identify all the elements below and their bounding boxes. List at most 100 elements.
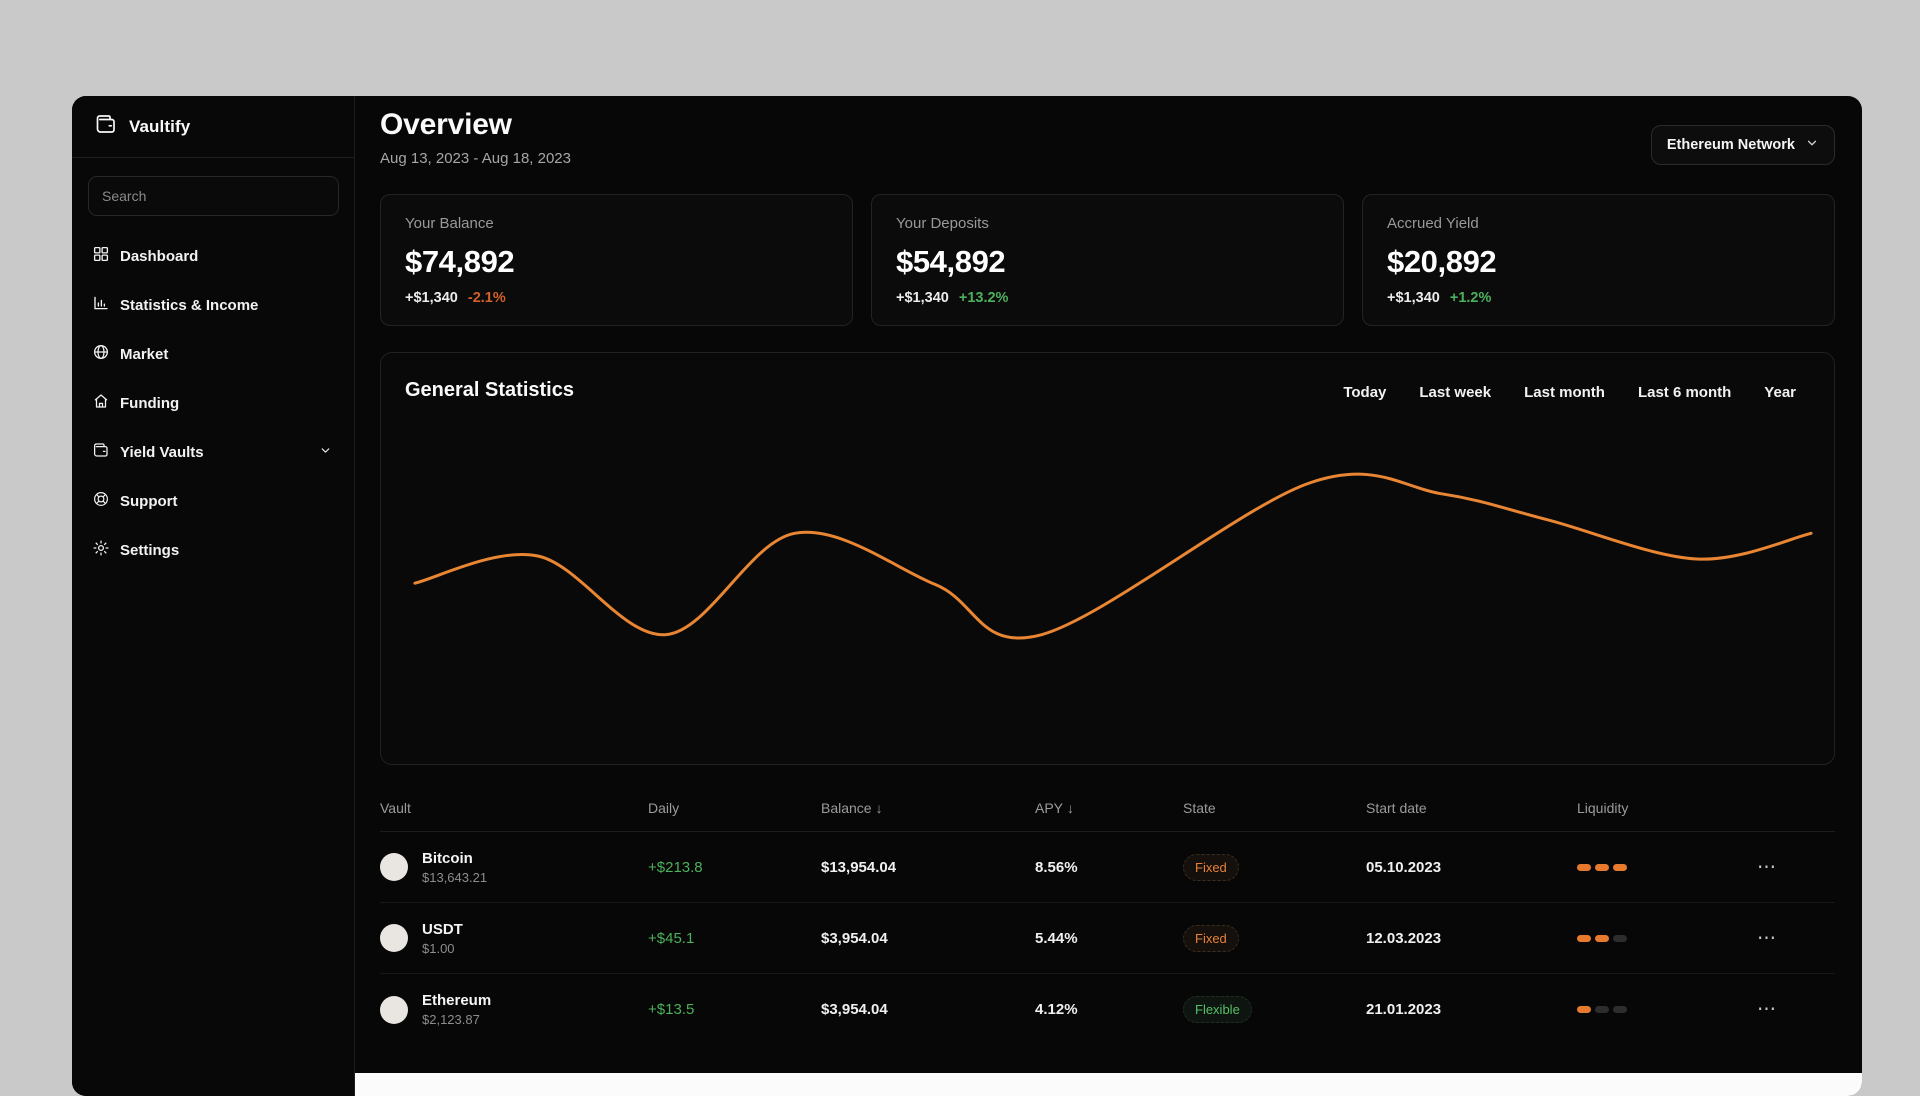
balance-value: $3,954.04 (821, 1001, 888, 1018)
sidebar-item-yield-vaults[interactable]: Yield Vaults (72, 428, 354, 477)
stat-card-balance: Your Balance $74,892 +$1,340 -2.1% (380, 194, 853, 326)
vault-price: $13,643.21 (422, 869, 488, 885)
apy-value: 8.56% (1035, 858, 1078, 876)
stat-card-label: Accrued Yield (1387, 215, 1479, 232)
state-badge: Flexible (1183, 996, 1252, 1023)
column-header-apy[interactable]: APY ↓ (1035, 800, 1183, 816)
app-title: Vaultify (129, 116, 191, 136)
sidebar-item-label: Settings (120, 542, 180, 559)
stat-card-value: $54,892 (896, 244, 1006, 279)
row-menu-button[interactable]: ⋯ (1755, 929, 1835, 948)
stat-card-delta: +$1,340 (1387, 290, 1440, 306)
table-row-usdt[interactable]: USDT $1.00 +$45.1 $3,954.04 5.44% Fixed … (380, 903, 1835, 974)
stat-card-delta-pct: +1.2% (1449, 290, 1492, 306)
liquidity-indicator (1577, 934, 1755, 942)
sidebar-item-label: Funding (120, 395, 180, 412)
table-row-ethereum[interactable]: Ethereum $2,123.87 +$13.5 $3,954.04 4.12… (380, 974, 1835, 1045)
balance-value: $3,954.04 (821, 929, 888, 947)
stat-card-label: Your Balance (405, 215, 494, 232)
table-row-bitcoin[interactable]: Bitcoin $13,643.21 +$213.8 $13,954.04 8.… (380, 832, 1835, 903)
row-menu-button[interactable]: ⋯ (1755, 1000, 1835, 1019)
vault-avatar (380, 924, 408, 952)
stat-card-delta-pct: +13.2% (958, 290, 1009, 306)
stat-card-value: $20,892 (1387, 244, 1497, 279)
sidebar-item-label: Market (120, 346, 169, 363)
daily-change: +$45.1 (648, 929, 695, 947)
wallet-icon (92, 441, 110, 464)
bottom-strip (355, 1073, 1862, 1096)
app-window: Vaultify Dashboard Statisti (72, 96, 1862, 1096)
bar-chart-icon (92, 294, 110, 317)
globe-icon (92, 343, 110, 366)
network-selector-button[interactable]: Ethereum Network (1650, 125, 1835, 165)
vaults-table: Vault Daily Balance ↓ APY ↓ State Start da… (380, 800, 1835, 1045)
chevron-down-icon[interactable] (319, 444, 332, 462)
logo: Vaultify (72, 96, 354, 158)
lifebuoy-icon (92, 490, 110, 513)
vault-name: USDT (422, 920, 463, 938)
sidebar-item-funding[interactable]: Funding (72, 379, 354, 428)
vault-name: Bitcoin (422, 849, 473, 867)
sidebar-item-settings[interactable]: Settings (72, 526, 354, 575)
sidebar: Vaultify Dashboard Statisti (72, 96, 355, 1096)
start-date: 12.03.2023 (1366, 929, 1442, 947)
stat-card-delta: +$1,340 (405, 290, 458, 306)
daily-change: +$13.5 (648, 1001, 695, 1018)
apy-value: 5.44% (1035, 929, 1078, 947)
date-range: Aug 13, 2023 - Aug 18, 2023 (380, 150, 571, 167)
column-header-start-date: Start date (1366, 800, 1427, 816)
apy-value: 4.12% (1035, 1001, 1078, 1018)
state-badge: Fixed (1183, 924, 1239, 952)
state-badge: Fixed (1183, 853, 1239, 881)
sort-desc-icon: ↓ (1067, 800, 1075, 816)
liquidity-indicator (1577, 1006, 1755, 1013)
sidebar-item-market[interactable]: Market (72, 330, 354, 379)
stat-card-label: Your Deposits (896, 215, 989, 232)
ellipsis-icon: ⋯ (1757, 999, 1777, 1020)
stat-card-delta: +$1,340 (896, 290, 949, 306)
column-header-balance[interactable]: Balance ↓ (821, 800, 1035, 816)
vault-price: $1.00 (422, 940, 455, 956)
vault-name: Ethereum (422, 992, 492, 1009)
row-menu-button[interactable]: ⋯ (1755, 858, 1835, 877)
sidebar-menu: Dashboard Statistics & Income Market Fun… (72, 232, 354, 575)
ellipsis-icon: ⋯ (1757, 856, 1777, 878)
stat-cards: Your Balance $74,892 +$1,340 -2.1% Your … (380, 194, 1835, 326)
home-icon (92, 392, 110, 415)
gear-icon (92, 539, 110, 562)
column-header-vault: Vault (380, 800, 411, 816)
wallet-logo-icon (94, 112, 118, 141)
stat-card-deposits: Your Deposits $54,892 +$1,340 +13.2% (871, 194, 1344, 326)
sidebar-item-label: Support (120, 493, 178, 510)
sidebar-item-statistics[interactable]: Statistics & Income (72, 281, 354, 330)
sidebar-item-label: Dashboard (120, 248, 199, 265)
balance-value: $13,954.04 (821, 858, 897, 876)
liquidity-indicator (1577, 863, 1755, 871)
page-header: Overview Aug 13, 2023 - Aug 18, 2023 Eth… (380, 108, 1835, 167)
sidebar-item-support[interactable]: Support (72, 477, 354, 526)
line-chart (413, 472, 1813, 640)
column-header-daily: Daily (648, 800, 680, 816)
main-content: Overview Aug 13, 2023 - Aug 18, 2023 Eth… (355, 96, 1862, 1096)
column-header-liquidity: Liquidity (1577, 800, 1629, 816)
sidebar-item-label: Yield Vaults (120, 444, 204, 461)
network-selector-label: Ethereum Network (1666, 137, 1795, 153)
stat-card-delta-pct: -2.1% (467, 290, 506, 306)
sidebar-item-label: Statistics & Income (120, 297, 259, 314)
chevron-down-icon (1805, 136, 1819, 154)
column-header-state: State (1183, 800, 1216, 816)
stat-card-value: $74,892 (405, 244, 515, 279)
vault-avatar (380, 995, 408, 1024)
start-date: 21.01.2023 (1366, 1001, 1442, 1018)
start-date: 05.10.2023 (1366, 858, 1442, 876)
page-title: Overview (380, 108, 512, 141)
table-header-row: Vault Daily Balance ↓ APY ↓ State Start da… (380, 800, 1835, 832)
vault-price: $2,123.87 (422, 1012, 480, 1027)
stat-card-yield: Accrued Yield $20,892 +$1,340 +1.2% (1362, 194, 1835, 326)
sidebar-item-dashboard[interactable]: Dashboard (72, 232, 354, 281)
sort-desc-icon: ↓ (875, 800, 883, 816)
vault-avatar (380, 853, 408, 881)
dashboard-grid-icon (92, 245, 110, 268)
search-input[interactable] (88, 176, 339, 216)
ellipsis-icon: ⋯ (1757, 927, 1777, 949)
